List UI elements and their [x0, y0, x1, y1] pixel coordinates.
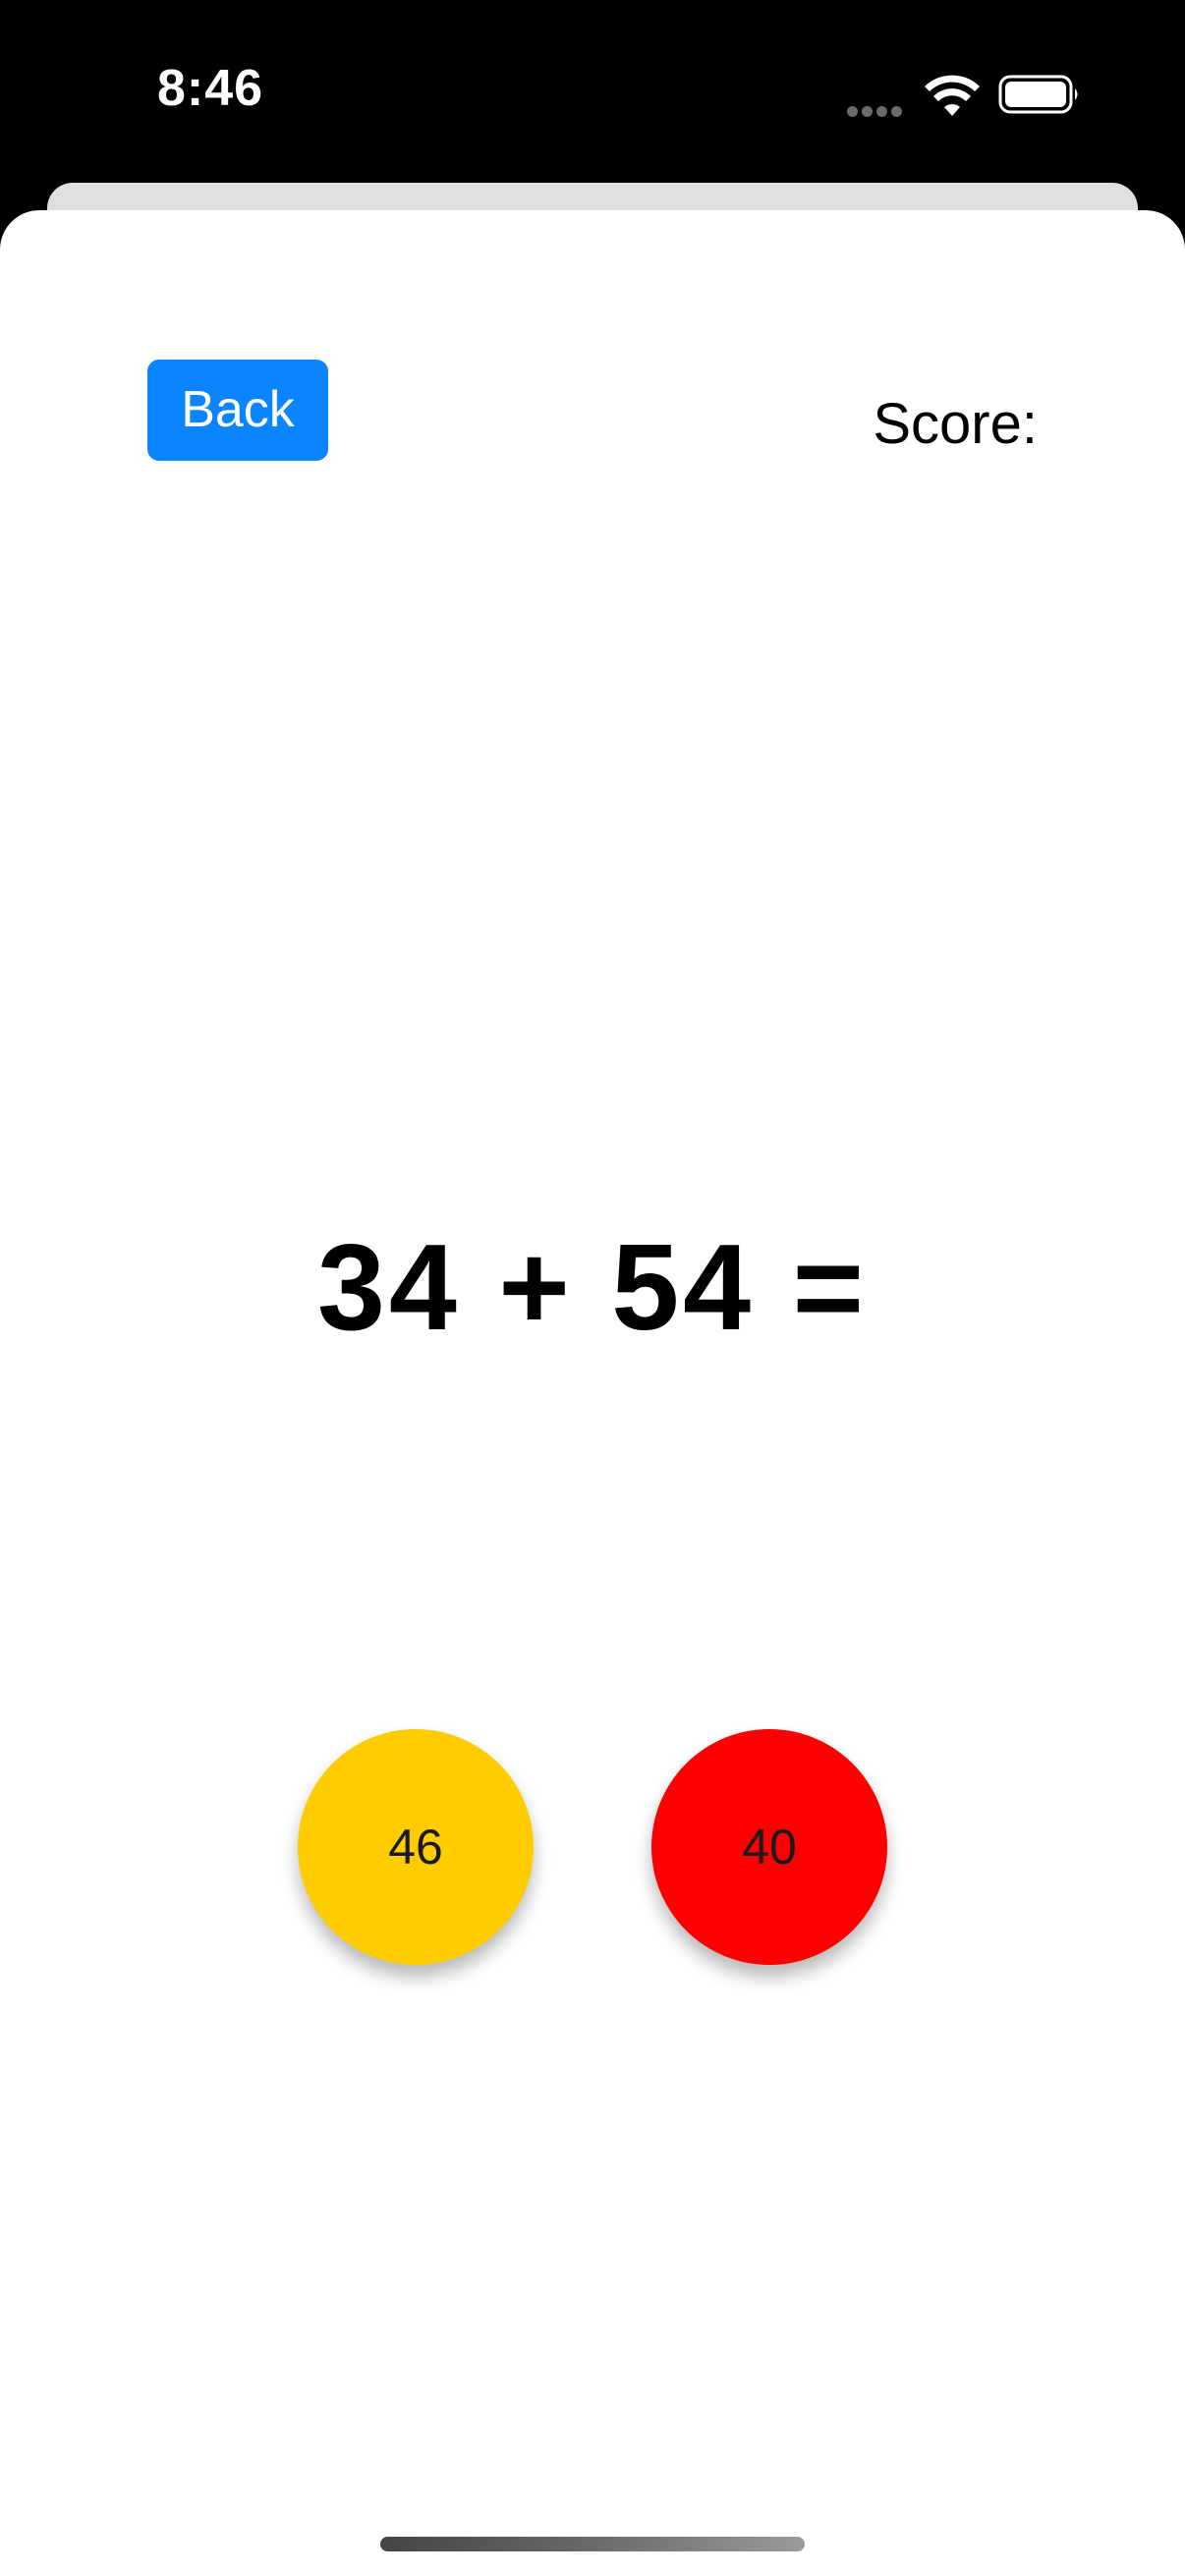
wifi-icon [925, 75, 980, 116]
answer-button-46[interactable]: 46 [298, 1729, 534, 1965]
status-bar: 8:46 [0, 0, 1185, 183]
quiz-sheet [0, 210, 1185, 2576]
score-label: Score: [873, 392, 1038, 456]
equation-text: 34 + 54 = [316, 1220, 869, 1356]
home-indicator[interactable] [380, 2537, 805, 2551]
battery-icon [998, 75, 1078, 114]
answer-button-40[interactable]: 40 [651, 1729, 887, 1965]
status-time: 8:46 [157, 60, 264, 117]
back-button[interactable]: Back [147, 360, 328, 461]
signal-dots-icon [847, 104, 908, 117]
